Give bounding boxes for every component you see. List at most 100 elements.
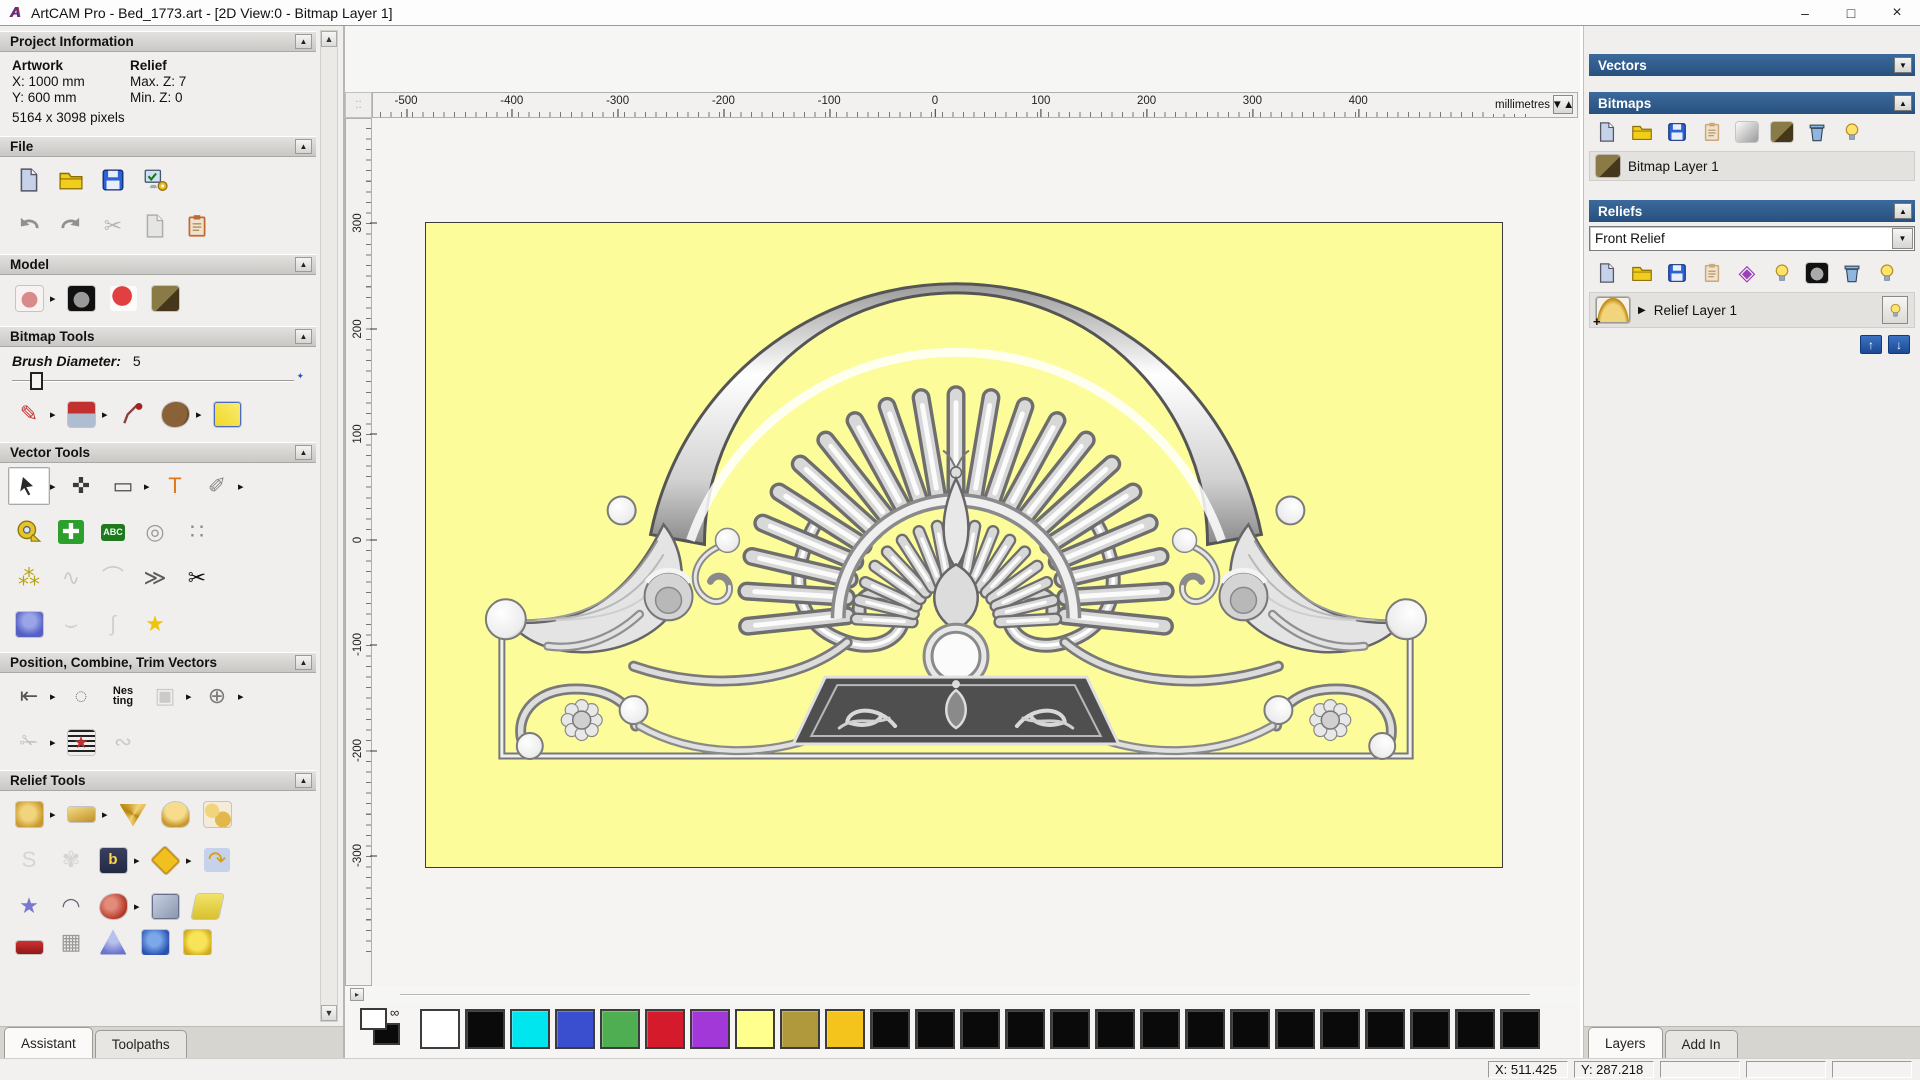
isolate-relief-icon[interactable] bbox=[176, 929, 218, 955]
color-swatch-1[interactable] bbox=[465, 1009, 505, 1049]
save-relief-layer-icon[interactable] bbox=[1664, 260, 1690, 286]
color-swatch-17[interactable] bbox=[1185, 1009, 1225, 1049]
color-swatch-23[interactable] bbox=[1455, 1009, 1495, 1049]
shape-editor-flyout-icon[interactable]: ▸ bbox=[50, 808, 60, 821]
transform-vectors-icon[interactable]: ✜ bbox=[60, 467, 102, 505]
weld-vectors-flyout-icon[interactable]: ▸ bbox=[238, 690, 248, 703]
lighting-material-icon[interactable] bbox=[102, 279, 144, 317]
color-swatch-7[interactable] bbox=[735, 1009, 775, 1049]
select-vectors-flyout-icon[interactable]: ▸ bbox=[50, 480, 60, 493]
relief-set-dropdown[interactable]: Front Relief ▼ bbox=[1589, 226, 1915, 251]
relief-layer-row[interactable]: + ▶ Relief Layer 1 bbox=[1589, 292, 1915, 329]
texture-from-image-icon[interactable] bbox=[144, 279, 186, 317]
relief-set-value[interactable]: Front Relief bbox=[1590, 231, 1892, 246]
new-model-icon[interactable] bbox=[8, 161, 50, 199]
create-cross-icon[interactable]: ✚ bbox=[50, 513, 92, 551]
color-swatch-8[interactable] bbox=[780, 1009, 820, 1049]
color-swatch-11[interactable] bbox=[915, 1009, 955, 1049]
bitmap-layer-name[interactable]: Bitmap Layer 1 bbox=[1628, 159, 1719, 174]
emboss-relief-icon[interactable] bbox=[144, 887, 186, 925]
expand-relief-layer-icon[interactable]: ▶ bbox=[1638, 305, 1646, 316]
join-vectors-icon[interactable]: ≫ bbox=[134, 559, 176, 597]
bitmaps-collapse-button[interactable]: ▲ bbox=[1894, 95, 1912, 111]
open-relief-layer-icon[interactable] bbox=[1629, 260, 1655, 286]
paste-along-curve-icon[interactable]: ABC bbox=[92, 513, 134, 551]
delete-relief-layer-icon[interactable] bbox=[1839, 260, 1865, 286]
smooth-relief-icon[interactable] bbox=[112, 795, 154, 833]
relief-lighting-icon[interactable] bbox=[1769, 260, 1795, 286]
assistant-scrollbar[interactable]: ▲ ▼ bbox=[320, 30, 338, 1022]
color-swatch-14[interactable] bbox=[1050, 1009, 1090, 1049]
extrude-relief-icon[interactable] bbox=[92, 929, 134, 955]
create-polyline-icon[interactable]: ✐ bbox=[196, 467, 238, 505]
paint-brush-flyout-icon[interactable]: ▸ bbox=[50, 408, 60, 421]
new-relief-layer-icon[interactable] bbox=[1594, 260, 1620, 286]
two-rail-sweep-icon[interactable]: ◠ bbox=[50, 887, 92, 925]
relief-layer-stack-icon[interactable]: ◈ bbox=[1734, 260, 1760, 286]
color-swatch-9[interactable] bbox=[825, 1009, 865, 1049]
add-relief-plane-flyout-icon[interactable]: ▸ bbox=[102, 808, 112, 821]
merge-bitmap-layers-icon[interactable] bbox=[1699, 119, 1725, 145]
brush-diameter-slider[interactable]: ✦ bbox=[12, 371, 304, 391]
tab-layers[interactable]: Layers bbox=[1588, 1027, 1663, 1058]
align-vectors-icon[interactable]: ⇤ bbox=[8, 677, 50, 715]
block-copy-vectors-icon[interactable]: ∷ bbox=[176, 513, 218, 551]
select-vectors-icon[interactable] bbox=[8, 467, 50, 505]
color-swatch-6[interactable] bbox=[690, 1009, 730, 1049]
color-swatch-0[interactable] bbox=[420, 1009, 460, 1049]
collapse-relief-tools-button[interactable]: ▲ bbox=[295, 773, 312, 788]
collapse-position-button[interactable]: ▲ bbox=[295, 655, 312, 670]
zero-plane-flyout-icon[interactable]: ▸ bbox=[186, 854, 196, 867]
toggle-all-bitmap-layers-icon[interactable] bbox=[1839, 119, 1865, 145]
basket-weave-icon[interactable]: ▦ bbox=[50, 929, 92, 955]
collapse-file-button[interactable]: ▲ bbox=[295, 139, 312, 154]
collapse-model-button[interactable]: ▲ bbox=[295, 257, 312, 272]
text-on-curve-icon[interactable]: ◌ bbox=[60, 677, 102, 715]
vectors-expand-button[interactable]: ▼ bbox=[1894, 57, 1912, 73]
align-vectors-flyout-icon[interactable]: ▸ bbox=[50, 690, 60, 703]
record-notes-icon[interactable] bbox=[176, 207, 218, 245]
merge-relief-layers-icon[interactable] bbox=[1699, 260, 1725, 286]
flood-fill-flyout-icon[interactable]: ▸ bbox=[102, 408, 112, 421]
wrap-relief-flyout-icon[interactable]: ▸ bbox=[134, 900, 144, 913]
weld-vectors-icon[interactable]: ⊕ bbox=[196, 677, 238, 715]
open-model-icon[interactable] bbox=[50, 161, 92, 199]
open-bitmap-layer-icon[interactable] bbox=[1629, 119, 1655, 145]
colour-picker-icon[interactable] bbox=[112, 395, 154, 433]
collapse-project-button[interactable]: ▲ bbox=[295, 34, 312, 49]
color-swatch-12[interactable] bbox=[960, 1009, 1000, 1049]
close-button[interactable]: × bbox=[1874, 0, 1920, 26]
node-editing-icon[interactable]: ⁂ bbox=[8, 559, 50, 597]
merge-relief-icon[interactable] bbox=[196, 795, 238, 833]
create-text-icon[interactable]: T bbox=[154, 467, 196, 505]
reliefs-collapse-button[interactable]: ▲ bbox=[1894, 203, 1912, 219]
ruler-units-dropdown[interactable]: ▼▲ bbox=[1552, 95, 1574, 114]
model-from-image-icon[interactable] bbox=[8, 279, 50, 317]
relief-sheets-icon[interactable] bbox=[186, 887, 228, 925]
color-swatch-18[interactable] bbox=[1230, 1009, 1270, 1049]
color-swatch-16[interactable] bbox=[1140, 1009, 1180, 1049]
cut-vectors-icon[interactable]: ✂ bbox=[176, 559, 218, 597]
create-rectangle-icon[interactable]: ▭ bbox=[102, 467, 144, 505]
create-polyline-flyout-icon[interactable]: ▸ bbox=[238, 480, 248, 493]
colour-palette-flyout-icon[interactable]: ▸ bbox=[196, 408, 206, 421]
color-swatch-19[interactable] bbox=[1275, 1009, 1315, 1049]
trim-vectors-flyout-icon[interactable]: ▸ bbox=[50, 736, 60, 749]
color-swatch-5[interactable] bbox=[645, 1009, 685, 1049]
save-model-icon[interactable] bbox=[92, 161, 134, 199]
texture-sphere-icon[interactable] bbox=[134, 929, 176, 955]
scroll-left-icon[interactable]: ▸ bbox=[350, 988, 364, 1001]
color-swatch-22[interactable] bbox=[1410, 1009, 1450, 1049]
save-bitmap-layer-icon[interactable] bbox=[1664, 119, 1690, 145]
relief-layer-name[interactable]: Relief Layer 1 bbox=[1654, 303, 1737, 318]
magic-wand-icon[interactable] bbox=[206, 395, 248, 433]
primary-secondary-colour[interactable]: ∞ bbox=[360, 1005, 412, 1054]
color-swatch-21[interactable] bbox=[1365, 1009, 1405, 1049]
tab-assistant[interactable]: Assistant bbox=[4, 1027, 93, 1058]
shape-editor-icon[interactable] bbox=[8, 795, 50, 833]
colour-palette-icon[interactable] bbox=[154, 395, 196, 433]
create-rectangle-flyout-icon[interactable]: ▸ bbox=[144, 480, 154, 493]
spin-profile-icon[interactable] bbox=[8, 605, 50, 643]
dropdown-arrow-icon[interactable]: ▼ bbox=[1892, 228, 1913, 249]
color-swatch-10[interactable] bbox=[870, 1009, 910, 1049]
